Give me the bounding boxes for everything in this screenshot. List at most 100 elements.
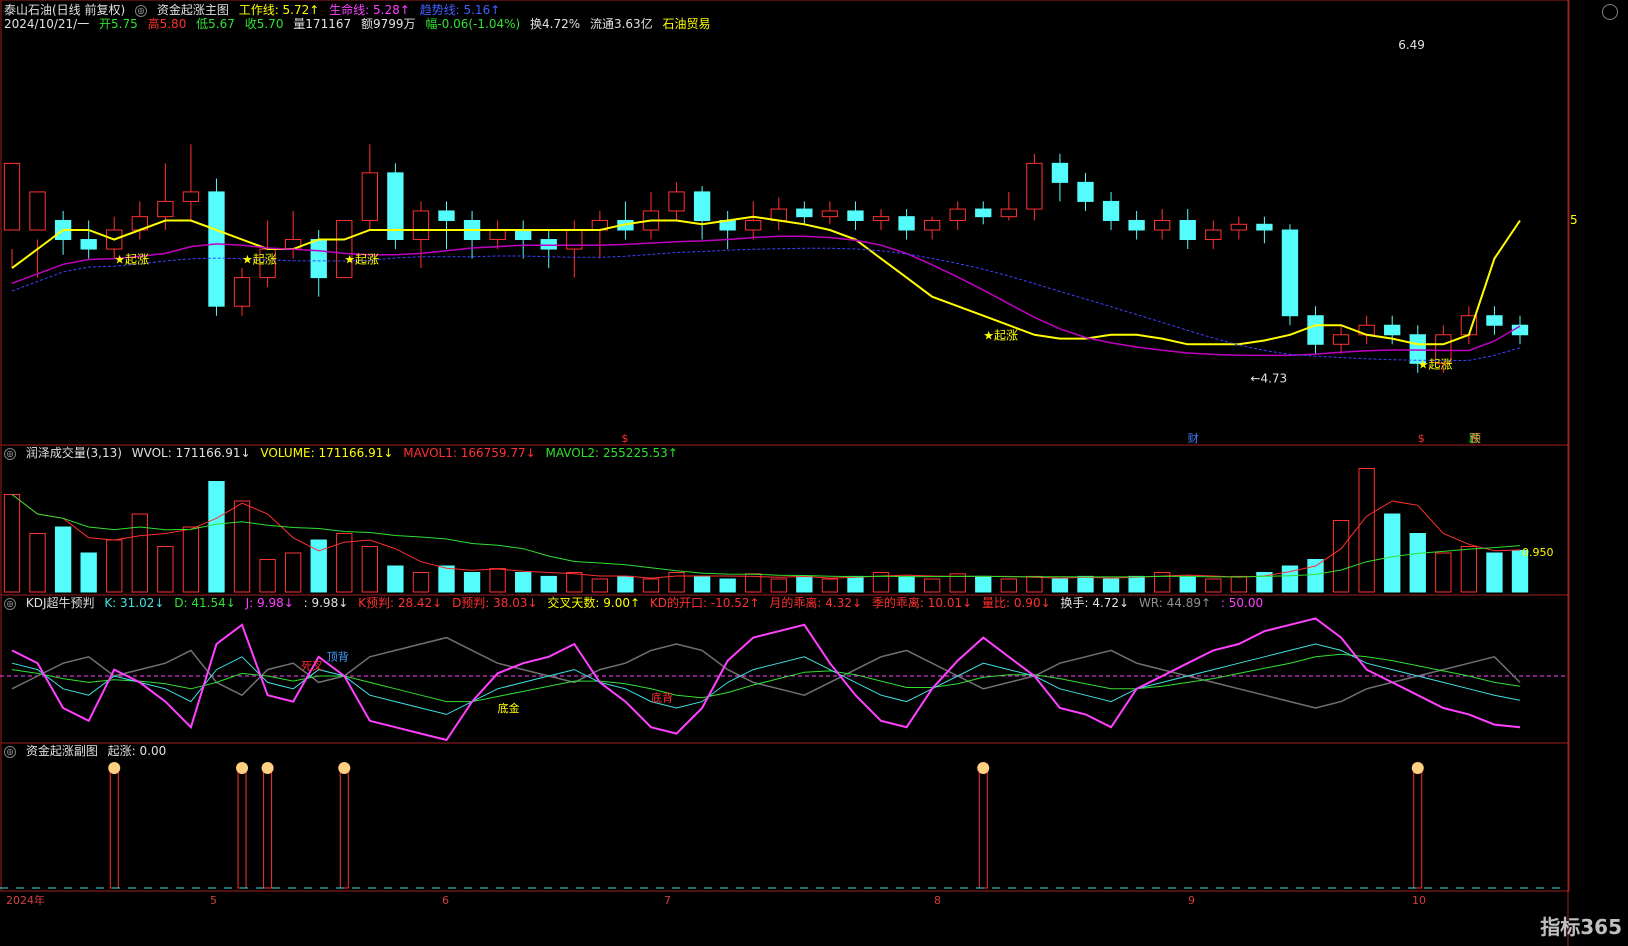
candle-body — [1154, 219, 1171, 231]
x-axis-label: 8 — [934, 894, 941, 907]
x-axis-label: 7 — [664, 894, 671, 907]
volume-bar — [591, 578, 609, 593]
quote-sector: 石油贸易 — [662, 17, 711, 31]
candle-body — [1281, 229, 1299, 317]
candle-body — [1205, 229, 1222, 241]
volume-bar — [1026, 575, 1043, 593]
candle-body — [182, 191, 200, 202]
candle-body — [566, 229, 583, 250]
candle-body — [1486, 315, 1503, 326]
sub-name[interactable]: 资金起涨副图 — [26, 744, 98, 758]
kdj-kp: K预判: 28.42↓ — [358, 596, 443, 610]
gold-cross-label: 底金 — [498, 701, 520, 715]
low-price-label: ←4.73 — [1250, 371, 1287, 385]
volume-bar — [923, 578, 941, 593]
pre-marker: 预 — [1470, 432, 1481, 445]
panel-frame — [0, 0, 1570, 446]
candle-body — [668, 191, 685, 212]
money-bag-icon — [236, 762, 249, 774]
volume-bar — [1077, 575, 1094, 593]
bottom-divergence-label: 底背 — [651, 691, 673, 705]
quote-amount: 额9799万 — [360, 17, 416, 31]
kdj-dp: D预判: 38.03↓ — [452, 596, 538, 610]
volume-bar — [463, 572, 481, 593]
volume-bar — [1460, 546, 1478, 593]
quote-close: 收5.70 — [244, 17, 284, 31]
rise-signal-bar — [237, 771, 247, 889]
volume-bar — [29, 533, 46, 593]
vol-volume: VOLUME: 171166.91↓ — [260, 446, 394, 460]
rise-signal-bar — [978, 771, 988, 889]
volume-bar — [1358, 468, 1375, 593]
candle-body — [872, 216, 890, 221]
volume-bar — [796, 575, 813, 593]
kdj-name[interactable]: KDJ超牛预判 — [26, 596, 95, 610]
dead-cross-label: 死叉 — [301, 660, 323, 673]
kdj-d-line — [11, 653, 1521, 703]
volume-bar — [106, 539, 123, 593]
volume-bar — [3, 494, 21, 593]
settings-icon[interactable]: ◎ — [4, 745, 16, 758]
volume-bar — [259, 559, 276, 593]
sub-value: 起涨: 0.00 — [107, 744, 167, 758]
money-bag-icon — [338, 762, 351, 774]
candle-body — [821, 210, 839, 218]
volume-bar — [1384, 513, 1401, 593]
volume-bar — [182, 526, 200, 593]
volume-bar — [1230, 575, 1248, 593]
fin-marker: 财 — [1188, 431, 1199, 445]
vol-wvol: WVOL: 171166.91↓ — [131, 446, 251, 460]
settings-icon[interactable]: ◎ — [135, 4, 148, 17]
candle-body — [1384, 324, 1401, 336]
indicator-name[interactable]: 资金起涨主图 — [157, 3, 229, 17]
settings-icon[interactable]: ◎ — [4, 597, 16, 610]
quote-open: 开5.75 — [99, 17, 138, 31]
rise-signal-label: ★起涨 — [344, 252, 379, 267]
x-axis-label: 6 — [442, 894, 449, 907]
volume-bar — [438, 565, 455, 593]
candle-body — [540, 239, 557, 250]
panel-frame — [0, 594, 1570, 744]
volume-bar — [668, 572, 685, 593]
candle-body — [515, 229, 532, 241]
minimize-icon[interactable] — [1602, 4, 1618, 20]
money-bag-icon — [977, 762, 990, 774]
volume-bar — [1179, 575, 1196, 593]
candle-body — [29, 191, 46, 231]
dollar-marker: $ — [1418, 432, 1425, 445]
rise-signal-bar — [263, 771, 273, 889]
volume-bar — [515, 572, 532, 593]
life-line-value: 生命线: 5.28↑ — [329, 3, 410, 17]
candle-body — [233, 277, 251, 307]
x-axis-label: 5 — [210, 894, 217, 907]
money-bag-icon — [1411, 762, 1424, 774]
kdj-j: J: 9.98↓ — [245, 596, 294, 610]
sub-header: ◎ 资金起涨副图 起涨: 0.00 — [4, 743, 172, 759]
candle-body — [923, 219, 941, 231]
kdj-open: KD的开口: -10.52↑ — [649, 596, 760, 610]
vol-mavol2: MAVOL2: 255225.53↑ — [545, 446, 678, 460]
volume-bar — [1102, 578, 1120, 593]
volume-bar — [233, 500, 251, 593]
kdj-v: : 9.98↓ — [303, 596, 349, 610]
kdj-ratio: 量比: 0.90↓ — [982, 596, 1051, 610]
volume-bar — [770, 578, 787, 593]
candle-body — [975, 208, 992, 218]
volume-bar — [1051, 578, 1069, 593]
kdj-season: 季的乖离: 10.01↓ — [871, 596, 973, 610]
vol-name[interactable]: 润泽成交量(3,13) — [26, 446, 122, 460]
kdj-header: ◎ KDJ超牛预判 K: 31.02↓ D: 41.54↓ J: 9.98↓ :… — [4, 595, 1269, 611]
volume-bar — [284, 552, 302, 593]
settings-icon[interactable]: ◎ — [4, 447, 16, 460]
candle-body — [1179, 219, 1196, 241]
volume-bar — [387, 565, 404, 593]
stock-title: 泰山石油(日线 前复权) — [4, 3, 126, 17]
kdj-fifty: : 50.00 — [1220, 596, 1264, 610]
rise-signal-label: ★起涨 — [242, 252, 277, 267]
top-divergence-label: 顶背 — [327, 650, 349, 664]
volume-bar — [566, 572, 583, 593]
wr-line — [11, 636, 1521, 709]
quote-turnover: 换4.72% — [530, 17, 581, 31]
x-axis-label: 10 — [1412, 894, 1426, 907]
kdj-month: 月的乖离: 4.32↓ — [769, 596, 863, 610]
